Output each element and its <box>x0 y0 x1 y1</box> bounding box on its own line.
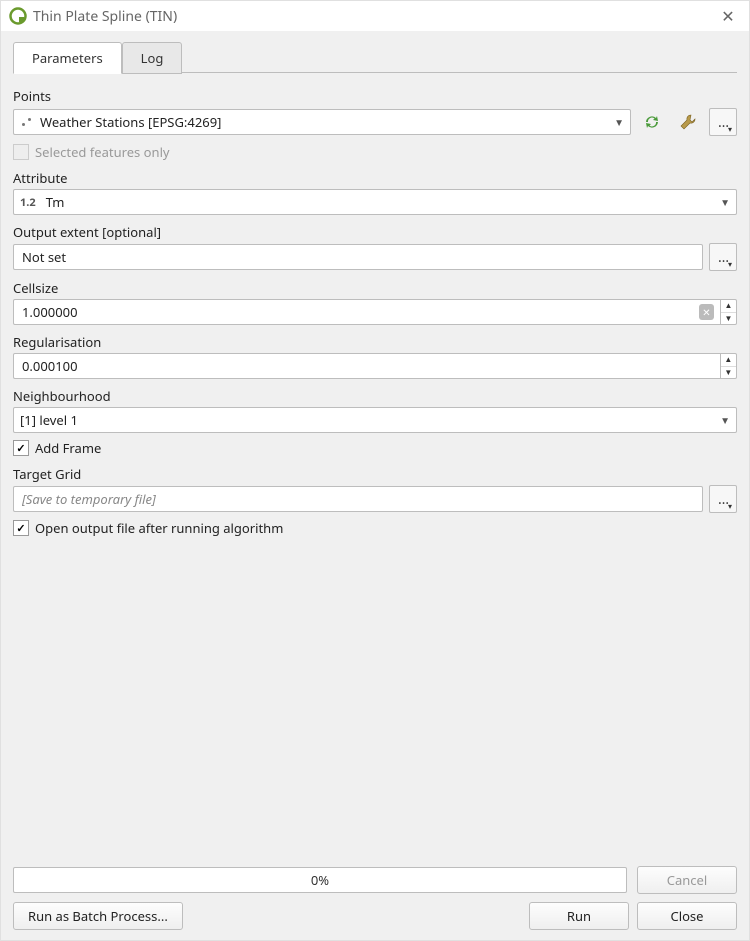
cancel-button[interactable]: Cancel <box>637 866 737 894</box>
progress-text: 0% <box>311 871 329 889</box>
iterate-button[interactable] <box>637 107 667 137</box>
points-more-button[interactable]: …▾ <box>709 108 737 136</box>
chevron-down-icon: ▼ <box>720 195 730 209</box>
run-batch-button[interactable]: Run as Batch Process... <box>13 902 183 930</box>
dialog-body: Parameters Log Points Weather Stations [… <box>1 31 749 866</box>
add-frame-row[interactable]: Add Frame <box>13 439 737 457</box>
cellsize-input[interactable]: ✕ ▲ ▼ <box>13 299 737 325</box>
open-output-row[interactable]: Open output file after running algorithm <box>13 519 737 537</box>
tab-parameters[interactable]: Parameters <box>13 42 122 74</box>
add-frame-label: Add Frame <box>35 439 101 457</box>
point-layer-icon <box>20 115 34 129</box>
tab-log[interactable]: Log <box>122 42 183 74</box>
open-output-checkbox[interactable] <box>13 520 29 536</box>
target-grid-input[interactable] <box>13 486 703 512</box>
spin-up-icon[interactable]: ▲ <box>721 299 736 313</box>
more-icon: …▾ <box>718 490 728 509</box>
points-select[interactable]: Weather Stations [EPSG:4269] ▼ <box>13 109 631 135</box>
target-grid-field[interactable] <box>20 489 696 509</box>
refresh-icon <box>642 112 662 132</box>
cellsize-field[interactable] <box>20 302 699 322</box>
neighbourhood-value: [1] level 1 <box>20 411 78 429</box>
title-bar: Thin Plate Spline (TIN) ✕ <box>1 1 749 31</box>
open-output-label: Open output file after running algorithm <box>35 519 283 537</box>
output-extent-field[interactable] <box>20 247 696 267</box>
attribute-select[interactable]: 1.2 Tm ▼ <box>13 189 737 215</box>
wrench-icon <box>678 112 698 132</box>
output-extent-input[interactable] <box>13 244 703 270</box>
attribute-type-icon: 1.2 <box>20 195 36 210</box>
dialog-footer: 0% Cancel Run as Batch Process... Run Cl… <box>1 866 749 940</box>
chevron-down-icon: ▼ <box>614 115 624 129</box>
selected-only-label: Selected features only <box>35 143 170 161</box>
spin-up-icon[interactable]: ▲ <box>721 353 736 367</box>
dialog-window: Thin Plate Spline (TIN) ✕ Parameters Log… <box>0 0 750 941</box>
more-icon: …▾ <box>718 113 728 132</box>
advanced-button[interactable] <box>673 107 703 137</box>
selected-only-row: Selected features only <box>13 143 737 161</box>
chevron-down-icon: ▼ <box>720 413 730 427</box>
tab-bar: Parameters Log <box>13 41 737 73</box>
attribute-label: Attribute <box>13 169 737 187</box>
points-value: Weather Stations [EPSG:4269] <box>40 113 221 131</box>
selected-only-checkbox <box>13 144 29 160</box>
output-extent-label: Output extent [optional] <box>13 223 737 241</box>
cellsize-spinner[interactable]: ▲ ▼ <box>720 299 736 325</box>
close-button[interactable]: Close <box>637 902 737 930</box>
spin-down-icon[interactable]: ▼ <box>721 367 736 380</box>
attribute-value: Tm <box>46 193 65 211</box>
clear-icon[interactable]: ✕ <box>699 304 714 320</box>
neighbourhood-label: Neighbourhood <box>13 387 737 405</box>
spin-down-icon[interactable]: ▼ <box>721 313 736 326</box>
run-button[interactable]: Run <box>529 902 629 930</box>
window-title: Thin Plate Spline (TIN) <box>33 7 715 26</box>
parameters-panel: Points Weather Stations [EPSG:4269] ▼ <box>13 72 737 860</box>
regularisation-label: Regularisation <box>13 333 737 351</box>
target-grid-more-button[interactable]: …▾ <box>709 485 737 513</box>
more-icon: …▾ <box>718 248 728 267</box>
regularisation-input[interactable]: ▲ ▼ <box>13 353 737 379</box>
output-extent-more-button[interactable]: …▾ <box>709 243 737 271</box>
qgis-icon <box>9 7 27 25</box>
add-frame-checkbox[interactable] <box>13 440 29 456</box>
regularisation-field[interactable] <box>20 356 716 376</box>
progress-bar: 0% <box>13 867 627 893</box>
neighbourhood-select[interactable]: [1] level 1 ▼ <box>13 407 737 433</box>
target-grid-label: Target Grid <box>13 465 737 483</box>
regularisation-spinner[interactable]: ▲ ▼ <box>720 353 736 379</box>
close-button[interactable]: ✕ <box>715 5 741 27</box>
points-label: Points <box>13 87 737 105</box>
cellsize-label: Cellsize <box>13 279 737 297</box>
